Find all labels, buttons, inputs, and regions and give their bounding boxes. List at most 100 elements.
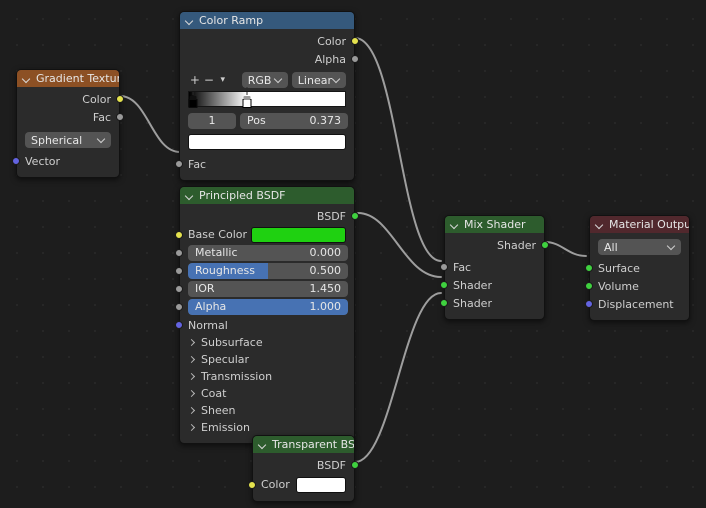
- base-color-swatch[interactable]: [251, 227, 346, 243]
- color-mode-dropdown[interactable]: RGB: [241, 72, 288, 88]
- socket-in-surface[interactable]: [585, 264, 593, 272]
- output-socket-row-fac[interactable]: Fac: [17, 109, 124, 126]
- socket-in-vector[interactable]: [12, 157, 20, 165]
- node-header-material-output[interactable]: Material Output: [590, 216, 689, 233]
- input-row-ior[interactable]: IOR 1.450: [175, 281, 354, 298]
- socket-out-fac[interactable]: [116, 113, 124, 121]
- chevron-down-icon[interactable]: [451, 221, 459, 229]
- chevron-down-icon[interactable]: [186, 192, 194, 200]
- render-target-dropdown[interactable]: All: [598, 239, 681, 255]
- input-row-roughness[interactable]: Roughness 0.500: [175, 263, 354, 280]
- render-target-row[interactable]: All: [590, 239, 689, 256]
- ramp-stop-knob[interactable]: [242, 99, 252, 108]
- chevron-down-icon[interactable]: [97, 136, 105, 144]
- input-socket-row-vector[interactable]: Vector: [12, 153, 119, 170]
- ramp-stop-cap: [243, 96, 251, 100]
- chevron-down-icon[interactable]: [332, 76, 340, 84]
- ramp-stop-1-active[interactable]: [242, 87, 252, 108]
- ramp-stop-0[interactable]: [188, 87, 198, 108]
- output-socket-row-alpha[interactable]: Alpha: [180, 51, 359, 68]
- socket-in-fac[interactable]: [175, 160, 183, 168]
- output-socket-row-bsdf[interactable]: BSDF: [180, 208, 359, 225]
- panel-sheen[interactable]: Sheen: [188, 403, 354, 419]
- socket-in-displacement[interactable]: [585, 300, 593, 308]
- input-socket-row-shader-2[interactable]: Shader: [440, 295, 544, 312]
- chevron-down-icon[interactable]: [259, 441, 267, 449]
- output-socket-row-color[interactable]: Color: [17, 91, 124, 108]
- panel-subsurface[interactable]: Subsurface: [188, 335, 354, 351]
- ramp-options-menu-button[interactable]: ▾: [216, 72, 230, 88]
- output-socket-row-shader[interactable]: Shader: [445, 237, 549, 254]
- input-socket-row-normal[interactable]: Normal: [175, 317, 354, 334]
- node-gradient-texture[interactable]: Gradient Texture Color Fac Spherical Vec…: [12, 69, 124, 178]
- input-row-metallic[interactable]: Metallic 0.000: [175, 245, 354, 262]
- input-socket-row-volume[interactable]: Volume: [585, 278, 689, 295]
- input-row-color[interactable]: Color: [248, 476, 354, 494]
- socket-out-alpha[interactable]: [351, 55, 359, 63]
- ramp-stop-position-field[interactable]: Pos 0.373: [240, 113, 348, 129]
- gradient-type-dropdown[interactable]: Spherical: [25, 132, 111, 148]
- socket-in-volume[interactable]: [585, 282, 593, 290]
- node-mix-shader[interactable]: Mix Shader Shader Fac Shader Shader: [440, 215, 549, 320]
- node-header-gradient-texture[interactable]: Gradient Texture: [17, 70, 119, 87]
- socket-in-normal[interactable]: [175, 321, 183, 329]
- metallic-slider[interactable]: Metallic 0.000: [188, 245, 348, 261]
- socket-out-color[interactable]: [116, 95, 124, 103]
- node-header-mix-shader[interactable]: Mix Shader: [445, 216, 544, 233]
- node-material-output[interactable]: Material Output All Surface Volume Displ…: [585, 215, 690, 321]
- output-socket-row-bsdf[interactable]: BSDF: [253, 457, 359, 474]
- interpolation-dropdown[interactable]: Linear: [291, 72, 346, 88]
- ramp-stop-controls[interactable]: 1 Pos 0.373: [180, 113, 354, 129]
- socket-out-shader[interactable]: [541, 241, 549, 249]
- transparent-color-swatch[interactable]: [296, 477, 346, 493]
- input-row-alpha[interactable]: Alpha 1.000: [175, 299, 354, 316]
- node-color-ramp[interactable]: Color Ramp Color Alpha + − ▾ RGB Linear …: [175, 11, 359, 181]
- socket-in-shader-2[interactable]: [440, 299, 448, 307]
- output-socket-row-color[interactable]: Color: [180, 33, 359, 50]
- node-header-color-ramp[interactable]: Color Ramp: [180, 12, 354, 29]
- socket-in-roughness[interactable]: [175, 267, 183, 275]
- socket-in-alpha[interactable]: [175, 303, 183, 311]
- color-ramp-toolbar[interactable]: + − ▾ RGB Linear: [180, 71, 354, 89]
- input-socket-row-fac[interactable]: Fac: [440, 259, 544, 276]
- socket-in-base-color[interactable]: [175, 230, 183, 239]
- input-socket-row-shader-1[interactable]: Shader: [440, 277, 544, 294]
- node-editor-canvas[interactable]: Gradient Texture Color Fac Spherical Vec…: [0, 0, 706, 508]
- ramp-active-color-swatch[interactable]: [188, 134, 346, 150]
- socket-in-metallic[interactable]: [175, 249, 183, 257]
- socket-out-bsdf[interactable]: [351, 212, 359, 220]
- alpha-slider[interactable]: Alpha 1.000: [188, 299, 348, 315]
- socket-in-color[interactable]: [248, 480, 256, 489]
- chevron-down-icon[interactable]: [667, 243, 675, 251]
- input-row-base-color[interactable]: Base Color: [175, 226, 354, 244]
- panel-specular[interactable]: Specular: [188, 352, 354, 368]
- ramp-stop-index-field[interactable]: 1: [188, 113, 236, 129]
- chevron-down-icon[interactable]: [274, 76, 282, 84]
- ior-slider[interactable]: IOR 1.450: [188, 281, 348, 297]
- chevron-down-icon[interactable]: [596, 221, 604, 229]
- chevron-down-icon[interactable]: [186, 17, 194, 25]
- color-ramp-gradient-band[interactable]: [188, 87, 346, 108]
- ramp-active-color-row[interactable]: [180, 134, 354, 151]
- input-socket-row-surface[interactable]: Surface: [585, 260, 689, 277]
- panel-coat[interactable]: Coat: [188, 386, 354, 402]
- node-header-principled-bsdf[interactable]: Principled BSDF: [180, 187, 354, 204]
- socket-in-ior[interactable]: [175, 285, 183, 293]
- socket-out-bsdf[interactable]: [351, 461, 359, 469]
- input-socket-row-displacement[interactable]: Displacement: [585, 296, 689, 313]
- node-principled-bsdf[interactable]: Principled BSDF BSDF Base Color Metallic…: [175, 186, 359, 444]
- ramp-stop-knob[interactable]: [188, 99, 198, 108]
- add-stop-button[interactable]: +: [188, 72, 202, 88]
- node-transparent-bsdf[interactable]: Transparent BSDF BSDF Color: [248, 435, 359, 502]
- socket-in-fac[interactable]: [440, 263, 448, 271]
- node-header-transparent-bsdf[interactable]: Transparent BSDF: [253, 436, 354, 453]
- roughness-slider[interactable]: Roughness 0.500: [188, 263, 348, 279]
- input-socket-row-fac[interactable]: Fac: [175, 156, 354, 173]
- gradient-type-row[interactable]: Spherical: [17, 132, 119, 149]
- chevron-down-icon[interactable]: [23, 75, 31, 83]
- socket-in-shader-1[interactable]: [440, 281, 448, 289]
- panel-emission[interactable]: Emission: [188, 420, 354, 436]
- socket-out-color[interactable]: [351, 37, 359, 45]
- remove-stop-button[interactable]: −: [202, 72, 216, 88]
- panel-transmission[interactable]: Transmission: [188, 369, 354, 385]
